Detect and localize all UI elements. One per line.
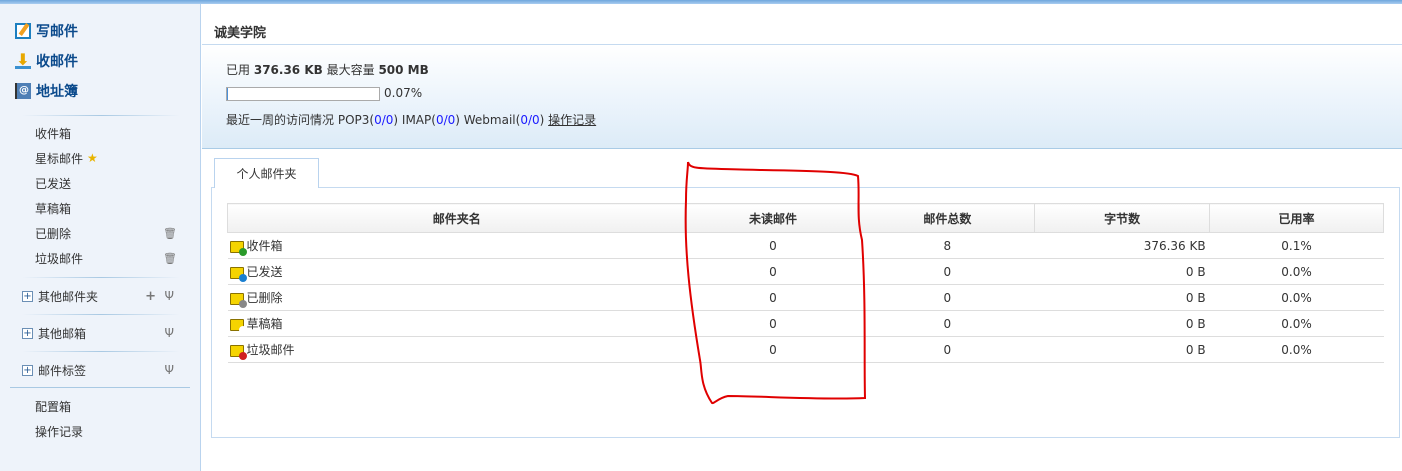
total-cell: 8 [859,232,1035,259]
tab-personal-folders[interactable]: 个人邮件夹 [214,158,319,188]
folder-icon [229,240,247,256]
sidebar: 写邮件 ⬇ 收邮件 @ 地址簿 收件箱 星标邮件 ★ 已发送 草稿箱 已删除 🗑 垃圾邮… [0,4,201,471]
group-other-folders[interactable]: + 其他邮件夹 + Ψ [22,287,182,305]
quota-panel: 已用 376.36 KB 最大容量 500 MB 0.07% 最近一周的访问情况… [202,44,1402,149]
folder-table: 邮件夹名 未读邮件 邮件总数 字节数 已用率 收件箱 0 8 376.36 KB… [227,203,1384,363]
receive-button[interactable]: ⬇ 收邮件 [15,51,78,71]
usage-cell: 0.0% [1209,284,1384,311]
wrench-icon[interactable]: Ψ [165,289,174,303]
table-row[interactable]: 已发送 0 0 0 B 0.0% [227,258,1384,285]
trash-icon[interactable]: 🗑 [163,227,177,240]
compose-button[interactable]: 写邮件 [15,21,78,41]
operation-log[interactable]: 操作记录 [35,422,185,440]
folder-drafts[interactable]: 草稿箱 [35,199,185,217]
operation-log-link[interactable]: 操作记录 [548,113,596,127]
quota-text: 已用 376.36 KB 最大容量 500 MB [226,63,429,77]
folder-name-cell[interactable]: 已删除 [227,284,687,311]
bytes-cell: 0 B [1034,310,1210,337]
address-book-icon: @ [15,83,31,99]
folder-name-cell[interactable]: 草稿箱 [227,310,687,337]
bytes-cell: 376.36 KB [1034,232,1210,259]
usage-cell: 0.1% [1209,232,1384,259]
table-row[interactable]: 已删除 0 0 0 B 0.0% [227,284,1384,311]
wrench-icon[interactable]: Ψ [165,363,174,377]
divider [22,351,180,352]
usage-cell: 0.0% [1209,336,1384,363]
folder-deleted[interactable]: 已删除 🗑 [35,224,185,242]
unread-cell: 0 [686,258,860,285]
bytes-cell: 0 B [1034,336,1210,363]
col-usage: 已用率 [1209,203,1384,233]
total-cell: 0 [859,336,1035,363]
folder-inbox[interactable]: 收件箱 [35,124,185,142]
group-other-mailboxes[interactable]: + 其他邮箱 Ψ [22,324,182,342]
divider [22,277,180,278]
trash-icon[interactable]: 🗑 [163,252,177,265]
col-total: 邮件总数 [859,203,1036,233]
wrench-icon[interactable]: Ψ [165,326,174,340]
col-bytes: 字节数 [1034,203,1211,233]
folder-icon [229,318,247,334]
usage-cell: 0.0% [1209,258,1384,285]
group-mail-labels[interactable]: + 邮件标签 Ψ [22,361,182,379]
unread-cell: 0 [686,310,860,337]
expand-icon[interactable]: + [22,364,33,376]
col-unread: 未读邮件 [686,203,861,233]
folder-icon [229,344,247,360]
total-cell: 0 [859,284,1035,311]
page-title: 诚美学院 [214,26,267,41]
access-summary: 最近一周的访问情况 POP3(0/0) IMAP(0/0) Webmail(0/… [226,113,597,127]
quota-progress-bar [226,87,380,101]
usage-cell: 0.0% [1209,310,1384,337]
add-icon[interactable]: + [145,289,156,304]
unread-cell: 0 [686,336,860,363]
config-box[interactable]: 配置箱 [35,397,185,415]
divider [10,387,190,388]
contacts-button[interactable]: @ 地址簿 [15,81,78,101]
total-cell: 0 [859,258,1035,285]
star-icon: ★ [87,151,98,165]
unread-cell: 0 [686,232,860,259]
expand-icon[interactable]: + [22,327,33,339]
table-row[interactable]: 草稿箱 0 0 0 B 0.0% [227,310,1384,337]
folder-spam[interactable]: 垃圾邮件 🗑 [35,249,185,267]
folder-sent[interactable]: 已发送 [35,174,185,192]
table-row[interactable]: 收件箱 0 8 376.36 KB 0.1% [227,232,1384,259]
expand-icon[interactable]: + [22,290,33,302]
table-row[interactable]: 垃圾邮件 0 0 0 B 0.0% [227,336,1384,363]
col-folder-name: 邮件夹名 [227,203,687,233]
folder-icon [229,292,247,308]
divider [22,314,180,315]
bytes-cell: 0 B [1034,258,1210,285]
compose-icon [15,23,31,39]
folder-name-cell[interactable]: 收件箱 [227,232,687,259]
folder-starred[interactable]: 星标邮件 ★ [35,149,185,167]
quota-percent: 0.07% [384,86,423,100]
folder-name-cell[interactable]: 垃圾邮件 [227,336,687,363]
receive-icon: ⬇ [15,50,31,69]
folder-name-cell[interactable]: 已发送 [227,258,687,285]
bytes-cell: 0 B [1034,284,1210,311]
divider [22,115,180,116]
folder-icon [229,266,247,282]
total-cell: 0 [859,310,1035,337]
unread-cell: 0 [686,284,860,311]
